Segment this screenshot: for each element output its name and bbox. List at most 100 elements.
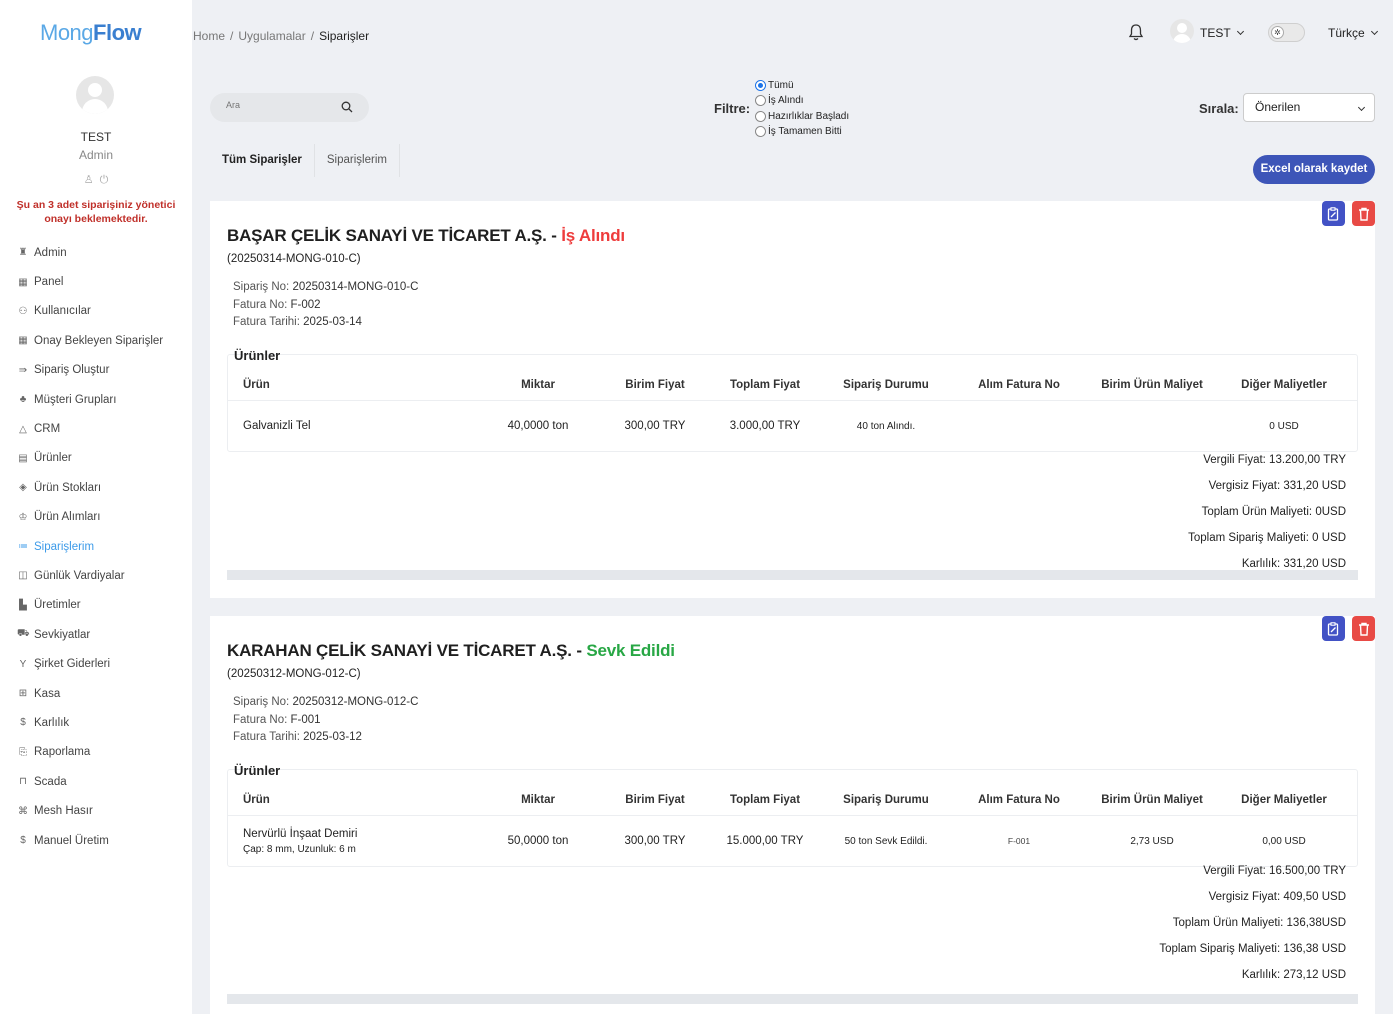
pending-orders-note: Şu an 3 adet siparişiniz yönetici onayı …: [16, 199, 176, 225]
admin-icon: ♜: [18, 247, 28, 259]
sidebar-item-16[interactable]: $ Karlılık: [0, 708, 192, 737]
purchase-invoice-cell: F-001: [1007, 836, 1031, 846]
sidebar-item-label: Scada: [34, 775, 67, 788]
logout-icon[interactable]: ⏻: [100, 174, 109, 186]
sort-label: Sırala:: [1199, 101, 1239, 116]
excel-export-button[interactable]: Excel olarak kaydet: [1253, 155, 1375, 184]
sidebar-item-15[interactable]: ⊞ Kasa: [0, 679, 192, 708]
crm-icon: △: [19, 423, 27, 435]
trash-icon: [1358, 207, 1369, 221]
search-input[interactable]: [226, 100, 336, 110]
column-header: Ürün: [243, 794, 270, 806]
top-avatar[interactable]: [1170, 19, 1194, 43]
sidebar-item-label: Kullanıcılar: [34, 305, 91, 318]
invoice-no-label: Fatura No:: [233, 298, 288, 311]
column-header: Birim Fiyat: [625, 794, 685, 806]
column-header: Diğer Maliyetler: [1241, 794, 1327, 806]
bell-icon[interactable]: [1128, 23, 1144, 41]
sidebar-item-3[interactable]: ▦ Onay Bekleyen Siparişler: [0, 326, 192, 355]
sidebar-item-label: Günlük Vardiyalar: [34, 569, 125, 582]
column-header: Alım Fatura No: [978, 379, 1060, 391]
expenses-icon: Y: [19, 658, 27, 670]
breadcrumb-home[interactable]: Home: [193, 29, 225, 43]
order-no-value: 20250314-MONG-010-C: [292, 281, 419, 293]
unit-cost-cell: 2,73 USD: [1130, 835, 1174, 847]
order-no-label: Sipariş No:: [233, 696, 290, 708]
user-role: Admin: [78, 148, 113, 162]
horizontal-scrollbar[interactable]: [227, 570, 1358, 580]
table-header: Ürün Miktar Birim Fiyat Toplam Fiyat Sipariş…: [228, 770, 1357, 816]
sidebar-item-12[interactable]: ▙ Üretimler: [0, 591, 192, 620]
sidebar-item-11[interactable]: ◫ Günlük Vardiyalar: [0, 561, 192, 590]
tab-all-orders[interactable]: Tüm Siparişler: [210, 144, 315, 177]
filter-option-1[interactable]: İş Alındı: [755, 93, 849, 108]
language-select[interactable]: Türkçe: [1328, 26, 1378, 40]
radio-button[interactable]: [755, 95, 766, 107]
sidebar-item-4[interactable]: ⇛ Sipariş Oluştur: [0, 356, 192, 385]
purchases-icon: ♔: [18, 511, 28, 523]
sidebar-item-0[interactable]: ♜ Admin: [0, 238, 192, 267]
total-price-cell: 15.000,00 TRY: [726, 835, 804, 847]
filter-option-label: Tümü: [768, 80, 794, 92]
column-header: Birim Ürün Maliyet: [1101, 794, 1203, 806]
sidebar-item-18[interactable]: ⊓ Scada: [0, 767, 192, 796]
tab-my-orders[interactable]: Siparişlerim: [315, 144, 400, 177]
report-icon: ⎘: [19, 746, 27, 758]
unit-price-cell: 300,00 TRY: [624, 420, 686, 432]
sidebar-item-2[interactable]: ⚇ Kullanıcılar: [0, 297, 192, 326]
chevron-down-icon: [1236, 27, 1244, 36]
delete-order-button[interactable]: [1352, 616, 1375, 641]
invoice-no-value: F-001: [290, 713, 321, 726]
profile-icon[interactable]: ♙: [84, 174, 94, 186]
sort-select[interactable]: Önerilen: [1243, 93, 1375, 122]
sidebar-item-1[interactable]: ▦ Panel: [0, 267, 192, 296]
theme-toggle[interactable]: ✲: [1268, 23, 1305, 42]
filter-option-0[interactable]: Tümü: [755, 78, 849, 93]
product-desc: Çap: 8 mm, Uzunluk: 6 m: [243, 843, 356, 855]
sidebar-item-label: Mesh Hasır: [34, 805, 93, 818]
breadcrumb: Home / Uygulamalar / Siparişler: [193, 29, 370, 43]
total-order-cost: Toplam Sipariş Maliyeti: 0 USD: [1188, 532, 1346, 544]
sidebar-item-9[interactable]: ♔ Ürün Alımları: [0, 503, 192, 532]
sidebar-item-6[interactable]: △ CRM: [0, 414, 192, 443]
search-box: [210, 93, 369, 122]
order-title: KARAHAN ÇELİK SANAYİ VE TİCARET A.Ş. - S…: [227, 641, 675, 661]
radio-button[interactable]: [755, 80, 766, 92]
sidebar-item-19[interactable]: ⌘ Mesh Hasır: [0, 796, 192, 825]
edit-order-button[interactable]: [1322, 616, 1345, 641]
user-menu[interactable]: TEST: [1200, 26, 1244, 40]
scada-icon: ⊓: [19, 776, 27, 788]
taxed-price: Vergili Fiyat: 16.500,00 TRY: [1203, 865, 1346, 877]
sidebar-item-8[interactable]: ◈ Ürün Stokları: [0, 473, 192, 502]
edit-order-button[interactable]: [1322, 201, 1345, 226]
column-header: Miktar: [521, 794, 555, 806]
breadcrumb-apps[interactable]: Uygulamalar: [238, 29, 305, 43]
radio-button[interactable]: [755, 126, 766, 138]
sidebar-item-17[interactable]: ⎘ Raporlama: [0, 738, 192, 767]
column-header: Toplam Fiyat: [729, 379, 801, 391]
sidebar: MongFlow TEST Admin ♙ ⏻ Şu an 3 adet sipa…: [0, 0, 192, 1014]
column-header: Birim Ürün Maliyet: [1101, 379, 1203, 391]
invoice-date-value: 2025-03-12: [303, 731, 362, 743]
filter-option-3[interactable]: İş Tamamen Bitti: [755, 124, 849, 139]
app-logo[interactable]: MongFlow: [40, 20, 142, 46]
column-header: Sipariş Durumu: [843, 794, 929, 806]
search-icon[interactable]: [341, 101, 353, 113]
horizontal-scrollbar[interactable]: [227, 994, 1358, 1004]
sidebar-item-13[interactable]: ⛟ Sevkiyatlar: [0, 620, 192, 649]
filter-option-2[interactable]: Hazırlıklar Başladı: [755, 109, 849, 124]
sidebar-item-10[interactable]: ≔ Siparişlerim: [0, 532, 192, 561]
product-name: Nervürlü İnşaat Demiri: [243, 827, 358, 840]
sidebar-item-14[interactable]: Y Şirket Giderleri: [0, 649, 192, 678]
avatar[interactable]: [76, 76, 114, 114]
sidebar-item-5[interactable]: ♣ Müşteri Grupları: [0, 385, 192, 414]
delete-order-button[interactable]: [1352, 201, 1375, 226]
chevron-down-icon: [1357, 103, 1366, 112]
sidebar-item-20[interactable]: $ Manuel Üretim: [0, 826, 192, 855]
radio-button[interactable]: [755, 110, 766, 122]
sidebar-item-label: Ürün Alımları: [34, 511, 101, 524]
order-info: Sipariş No: 20250312-MONG-012-C Fatura N…: [233, 694, 418, 747]
sort-selected: Önerilen: [1255, 100, 1301, 114]
sidebar-item-7[interactable]: ▤ Ürünler: [0, 444, 192, 473]
order-code: (20250314-MONG-010-C): [227, 253, 361, 265]
